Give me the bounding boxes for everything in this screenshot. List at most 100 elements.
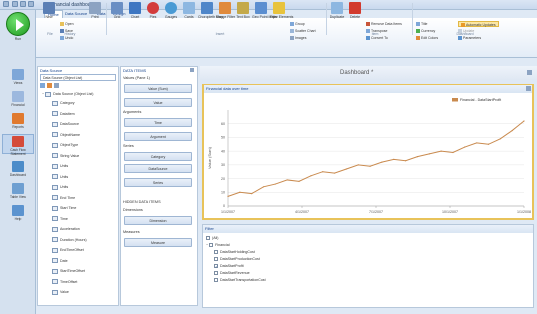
- field-item[interactable]: Category: [52, 99, 75, 108]
- field-item[interactable]: EndTimeOffset: [52, 246, 84, 255]
- save-quick-icon[interactable]: [12, 1, 18, 7]
- nav-item-cash-flow[interactable]: Cash Flow Statement: [2, 134, 34, 156]
- field-label: Date: [60, 258, 68, 263]
- file-group-label: File: [47, 32, 53, 36]
- insert-choropleth-button[interactable]: Choropleth Map: [198, 2, 223, 28]
- insert-text-box-button[interactable]: Text Box: [234, 2, 252, 28]
- ribbon-separator: [412, 3, 413, 35]
- series-slot-datasource[interactable]: DataSource: [124, 164, 192, 173]
- filter-card[interactable]: [202, 224, 534, 308]
- data-point: [369, 165, 371, 167]
- nav-item-dashboard[interactable]: Dashboard: [2, 160, 34, 180]
- insert-chart-button[interactable]: Chart: [126, 2, 144, 28]
- add-value-button[interactable]: Value: [124, 98, 192, 107]
- y-tick-label: 10: [221, 190, 225, 194]
- field-item[interactable]: Units: [52, 162, 68, 171]
- field-label: StartTimeOffset: [60, 269, 85, 273]
- y-axis-label: Value (Sum): [207, 146, 212, 169]
- insert-pies-button[interactable]: Pies: [144, 2, 162, 28]
- currency-button[interactable]: Currency: [416, 28, 435, 34]
- nav-item-table-view[interactable]: Table View: [2, 182, 34, 202]
- insert-gauges-button[interactable]: Gauges: [162, 2, 180, 28]
- field-item[interactable]: ObjectName: [52, 131, 80, 140]
- delete-button[interactable]: Delete: [346, 2, 364, 28]
- run-label: Run: [14, 37, 22, 41]
- y-tick-label: 30: [221, 163, 225, 167]
- new-button[interactable]: New: [40, 2, 58, 28]
- refresh-icon[interactable]: [54, 83, 59, 88]
- add-calculated-field-icon[interactable]: [40, 83, 45, 88]
- add-argument-button[interactable]: Argument: [124, 132, 192, 141]
- field-item[interactable]: DataSource: [52, 120, 79, 129]
- y-tick-label: 60: [221, 122, 225, 126]
- series-line: [227, 120, 525, 197]
- edit-icon[interactable]: [47, 83, 52, 88]
- filter-item-label: DataStartTransportationCost: [220, 278, 266, 282]
- field-item[interactable]: Acceleration: [52, 225, 80, 234]
- measures-header: Measures: [123, 230, 140, 234]
- open-button[interactable]: Open: [60, 21, 74, 27]
- insert-range-filter-button[interactable]: Range Filter: [216, 2, 235, 28]
- filter-item[interactable]: DataStartHoldingCost: [214, 249, 255, 256]
- title-button[interactable]: Title: [416, 21, 427, 27]
- value-slot[interactable]: Value (Sum): [124, 84, 192, 93]
- line-chart[interactable]: 0 10 20 30 40 50 60 1/1/2007 4/1/2007 7/1/2007 10/…: [204, 94, 532, 218]
- filter-item[interactable]: DataStartProductionCost: [214, 256, 260, 263]
- images-button[interactable]: Images: [290, 35, 306, 41]
- insert-cards-button[interactable]: Cards: [180, 2, 198, 28]
- field-item[interactable]: Units: [52, 183, 68, 192]
- data-source-root[interactable]: − Data Source (Object List): [42, 90, 93, 99]
- add-dimension-button[interactable]: Dimension: [124, 216, 192, 225]
- field-item[interactable]: StartTimeOffset: [52, 267, 85, 276]
- insert-grid-button[interactable]: Grid: [108, 2, 126, 28]
- options-icon[interactable]: [190, 68, 194, 72]
- maximize-icon[interactable]: [526, 86, 531, 91]
- field-item[interactable]: TimeOffset: [52, 278, 77, 287]
- undo-quick-icon[interactable]: [20, 1, 26, 7]
- field-icon: [52, 279, 58, 285]
- remove-data-items-button[interactable]: Remove Data Items: [366, 21, 402, 27]
- add-measure-button[interactable]: Measure: [124, 238, 192, 247]
- field-item[interactable]: String Value: [52, 152, 79, 161]
- field-item[interactable]: End Time: [52, 194, 75, 203]
- chart-icon: [129, 2, 141, 14]
- field-icon: [52, 247, 58, 253]
- export-icon[interactable]: [527, 70, 532, 75]
- field-item[interactable]: Units: [52, 173, 68, 182]
- add-series-button[interactable]: Series: [124, 178, 192, 187]
- filter-all-checkbox[interactable]: (All): [206, 235, 218, 242]
- dashboard-title[interactable]: Dashboard *: [340, 70, 373, 76]
- filter-group-financial[interactable]: − Financial: [206, 242, 230, 249]
- field-item[interactable]: Value: [52, 288, 69, 297]
- data-source-select[interactable]: Data Source (Object List): [40, 74, 116, 81]
- filter-item[interactable]: DataStartRevenue: [214, 270, 250, 277]
- field-item[interactable]: Start Time: [52, 204, 76, 213]
- nav-item-financial[interactable]: Financial: [2, 90, 34, 110]
- field-item[interactable]: Duration (Hours): [52, 236, 87, 245]
- field-item[interactable]: ObjectType: [52, 141, 78, 150]
- app-icon[interactable]: [3, 1, 9, 7]
- field-item[interactable]: Date: [52, 257, 68, 266]
- group-button[interactable]: Group: [290, 21, 305, 27]
- data-point: [452, 151, 454, 154]
- field-item[interactable]: DataItem: [52, 110, 75, 119]
- edit-colors-button[interactable]: Edit Colors: [416, 35, 438, 41]
- nav-item-reports[interactable]: Reports: [2, 112, 34, 132]
- automatic-updates-toggle[interactable]: Automatic Updates: [458, 21, 499, 28]
- nav-item-help[interactable]: Help: [2, 204, 34, 224]
- argument-slot[interactable]: Time: [124, 118, 192, 127]
- nav-item-views[interactable]: Views: [2, 68, 34, 88]
- filter-item[interactable]: DataStartTransportationCost: [214, 277, 266, 284]
- redo-quick-icon[interactable]: [28, 1, 34, 7]
- filter-item[interactable]: DataStartProfit: [214, 263, 244, 270]
- print-button[interactable]: Print: [86, 2, 104, 28]
- parameters-icon: [458, 36, 462, 41]
- series-slot-category[interactable]: Category: [124, 152, 192, 161]
- duplicate-button[interactable]: Duplicate: [328, 2, 346, 28]
- insert-geo-point-button[interactable]: Geo Point Maps: [252, 2, 277, 28]
- run-button[interactable]: [6, 12, 30, 36]
- insert-group-label: Insert: [215, 32, 225, 36]
- scatter-chart-button[interactable]: Scatter Chart: [290, 28, 316, 34]
- insert-filter-elements-button[interactable]: Filter Elements: [270, 2, 293, 28]
- field-item[interactable]: Time: [52, 215, 68, 224]
